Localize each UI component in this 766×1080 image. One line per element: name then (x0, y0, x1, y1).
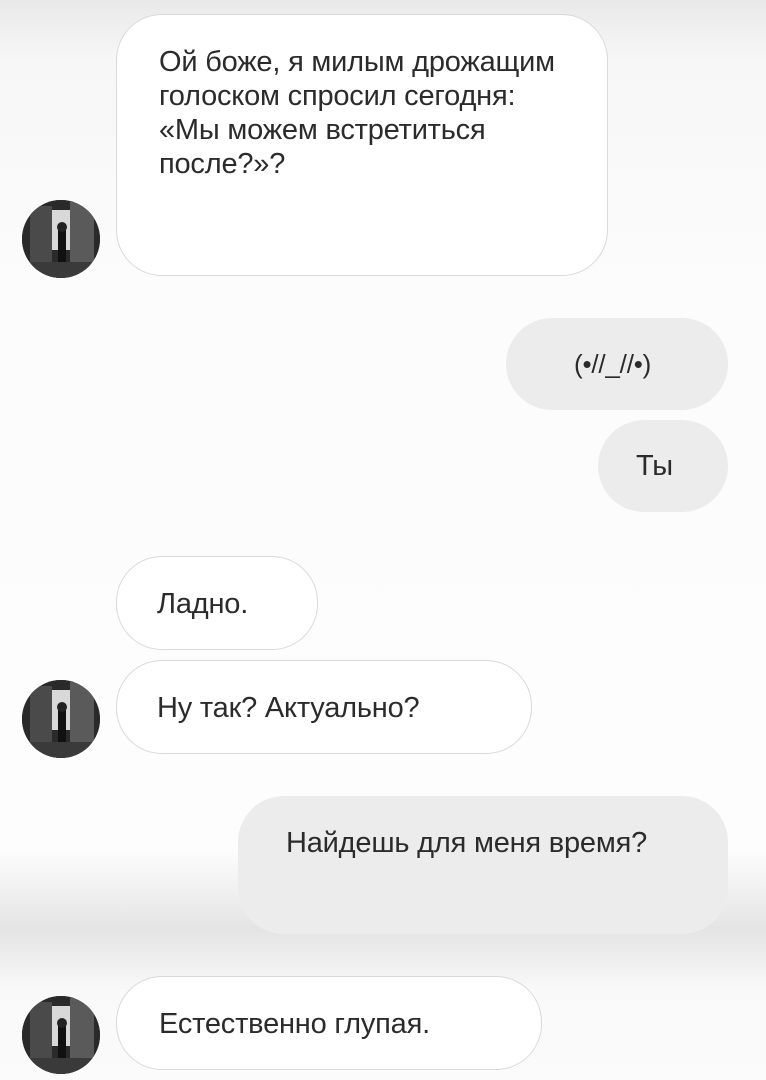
message-text: Ладно. (157, 588, 249, 620)
message-text: Ты (636, 450, 673, 482)
message-text: Найдешь для меня время? (286, 827, 648, 859)
incoming-message-bubble[interactable]: Ну так? Актуально? (116, 660, 532, 754)
contact-avatar[interactable] (22, 680, 100, 758)
message-text: (•//_//•) (574, 349, 652, 379)
avatar-photo-icon (22, 200, 100, 278)
chat-thread: Ой боже, я милым дрожащим голоском спрос… (0, 0, 766, 1080)
avatar-photo-icon (22, 680, 100, 758)
message-text: Ну так? Актуально? (157, 692, 420, 724)
message-text: Естественно глупая. (159, 1008, 430, 1040)
incoming-message-bubble[interactable]: Ладно. (116, 556, 318, 650)
message-text: Ой боже, я милым дрожащим голоском спрос… (159, 46, 555, 180)
contact-avatar[interactable] (22, 996, 100, 1074)
outgoing-message-bubble[interactable]: Ты (598, 420, 728, 512)
outgoing-message-bubble[interactable]: Найдешь для меня время? (238, 796, 728, 934)
outgoing-message-bubble[interactable]: (•//_//•) (506, 318, 728, 410)
incoming-message-bubble[interactable]: Естественно глупая. (116, 976, 542, 1070)
avatar-photo-icon (22, 996, 100, 1074)
contact-avatar[interactable] (22, 200, 100, 278)
incoming-message-bubble[interactable]: Ой боже, я милым дрожащим голоском спрос… (116, 14, 608, 276)
